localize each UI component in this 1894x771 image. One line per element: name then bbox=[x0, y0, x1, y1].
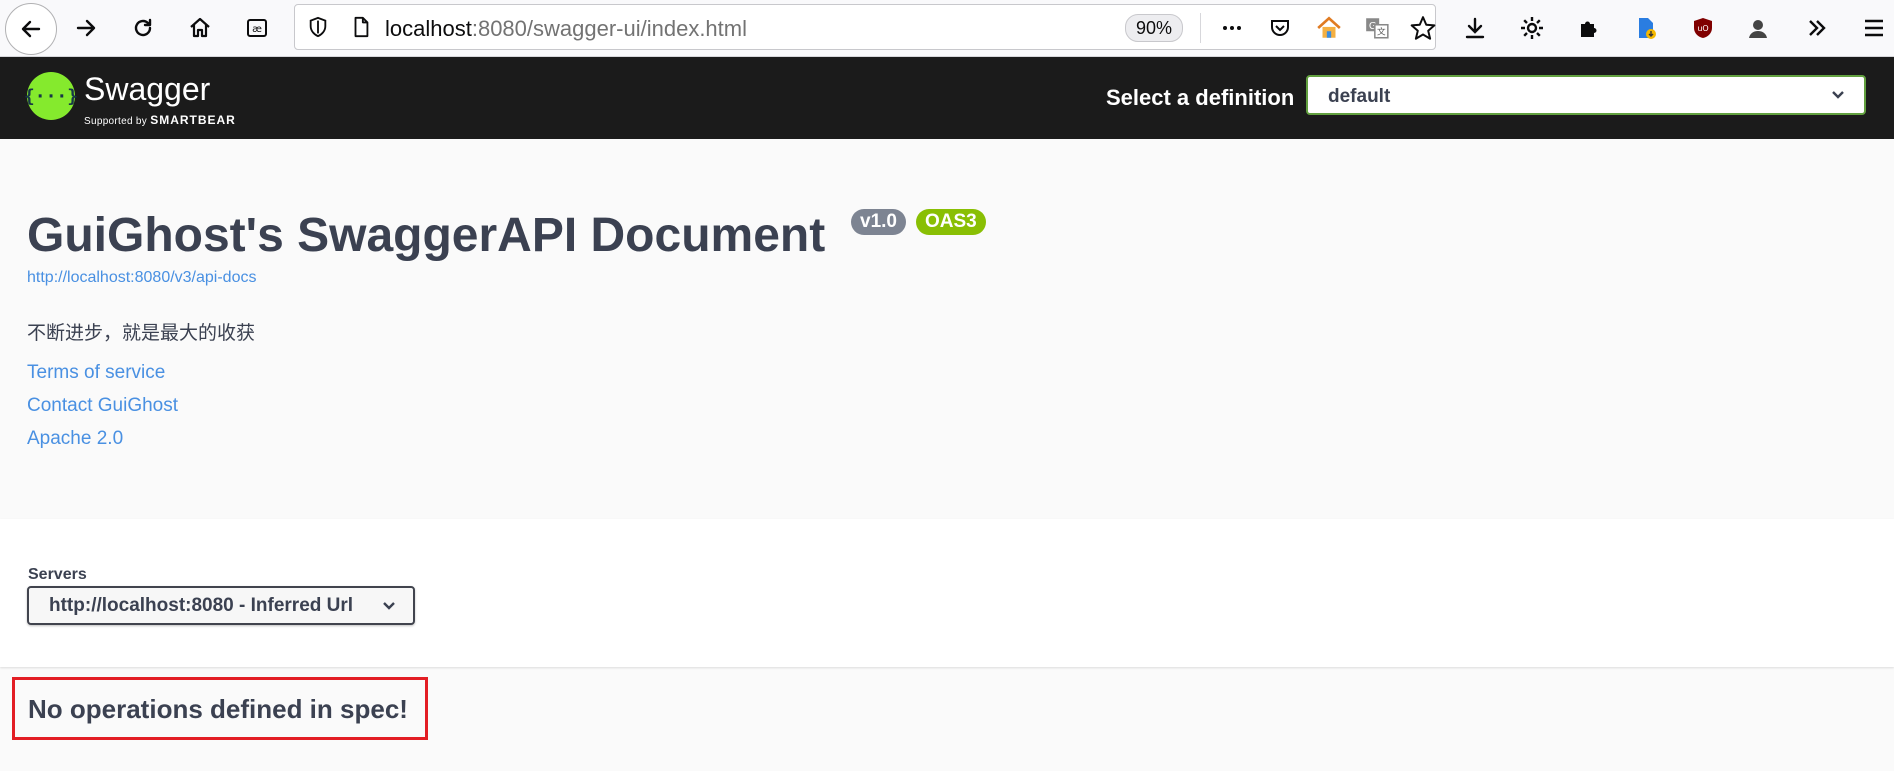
url-separator bbox=[1200, 13, 1201, 43]
settings-button[interactable] bbox=[1512, 8, 1552, 48]
avatar-icon bbox=[1749, 20, 1767, 38]
account-button[interactable] bbox=[1738, 8, 1778, 48]
reader-button[interactable]: æ bbox=[237, 8, 277, 48]
servers-select-value: http://localhost:8080 - Inferred Url bbox=[49, 595, 354, 616]
contact-link[interactable]: Contact GuiGhost bbox=[27, 395, 178, 417]
menu-button[interactable] bbox=[1854, 8, 1894, 48]
reload-button[interactable] bbox=[123, 8, 163, 48]
definition-select-value: default bbox=[1328, 86, 1391, 107]
shield-icon[interactable] bbox=[307, 16, 329, 38]
version-badge: v1.0 bbox=[851, 209, 906, 235]
url-bar[interactable]: localhost:8080/swagger-ui/index.html 90%… bbox=[294, 4, 1436, 50]
gear-icon bbox=[1521, 17, 1543, 39]
page-title: GuiGhost's SwaggerAPI Document bbox=[27, 209, 826, 262]
api-description: 不断进步，就是最大的收获 bbox=[27, 322, 256, 344]
home-button[interactable] bbox=[180, 8, 220, 48]
extensions-button[interactable] bbox=[1569, 8, 1609, 48]
api-docs-link[interactable]: http://localhost:8080/v3/api-docs bbox=[27, 269, 256, 287]
translate-icon[interactable]: G文 bbox=[1364, 15, 1390, 41]
select-definition-label: Select a definition bbox=[1106, 85, 1295, 110]
servers-select[interactable]: http://localhost:8080 - Inferred Url bbox=[27, 586, 415, 625]
servers-label: Servers bbox=[28, 566, 87, 583]
download-icon bbox=[1465, 17, 1485, 39]
forward-button[interactable] bbox=[66, 8, 106, 48]
no-operations-message: No operations defined in spec! bbox=[28, 694, 408, 724]
swagger-topbar: {···} Swagger Supported by SMARTBEAR Sel… bbox=[0, 57, 1894, 139]
star-icon[interactable] bbox=[1410, 15, 1436, 41]
file-extension-button[interactable] bbox=[1626, 8, 1666, 48]
hamburger-menu-icon bbox=[1865, 19, 1883, 37]
ublock-icon: uO bbox=[1694, 18, 1712, 38]
ublock-button[interactable]: uO bbox=[1683, 8, 1723, 48]
url-text[interactable]: localhost:8080/swagger-ui/index.html bbox=[385, 16, 747, 42]
overflow-chevrons-icon bbox=[1809, 20, 1826, 36]
svg-text:æ: æ bbox=[252, 24, 262, 35]
file-extension-icon bbox=[1639, 18, 1656, 39]
overflow-button[interactable] bbox=[1797, 8, 1837, 48]
chevron-down-icon bbox=[1832, 91, 1844, 99]
swagger-logo-text[interactable]: Swagger bbox=[84, 71, 210, 108]
oas-badge: OAS3 bbox=[916, 209, 986, 235]
reader-icon: æ bbox=[247, 19, 267, 37]
svg-text:uO: uO bbox=[1697, 24, 1708, 33]
chevron-down-icon bbox=[383, 602, 395, 610]
back-button[interactable] bbox=[5, 3, 57, 55]
servers-section: Servers http://localhost:8080 - Inferred… bbox=[0, 519, 1894, 667]
more-dots-icon[interactable] bbox=[1220, 16, 1244, 40]
browser-toolbar: æ localhost:8080/swagger-ui/index.html 9… bbox=[0, 0, 1894, 57]
swagger-logo-icon[interactable]: {···} bbox=[24, 72, 78, 120]
license-link[interactable]: Apache 2.0 bbox=[27, 428, 123, 450]
terms-of-service-link[interactable]: Terms of service bbox=[27, 362, 165, 384]
reload-icon bbox=[134, 18, 152, 37]
definition-select[interactable]: default bbox=[1306, 75, 1866, 115]
home-extension-icon[interactable] bbox=[1316, 15, 1342, 41]
zoom-level-badge[interactable]: 90% bbox=[1125, 14, 1184, 42]
swagger-logo-subtitle: Supported by SMARTBEAR bbox=[84, 113, 236, 127]
page-icon[interactable] bbox=[350, 16, 372, 38]
svg-text:文: 文 bbox=[1377, 26, 1386, 38]
forward-arrow-icon bbox=[76, 19, 96, 37]
puzzle-icon bbox=[1581, 21, 1597, 37]
pocket-icon[interactable] bbox=[1268, 16, 1292, 40]
download-button[interactable] bbox=[1455, 8, 1495, 48]
home-icon bbox=[190, 17, 210, 38]
back-arrow-icon bbox=[21, 20, 41, 38]
